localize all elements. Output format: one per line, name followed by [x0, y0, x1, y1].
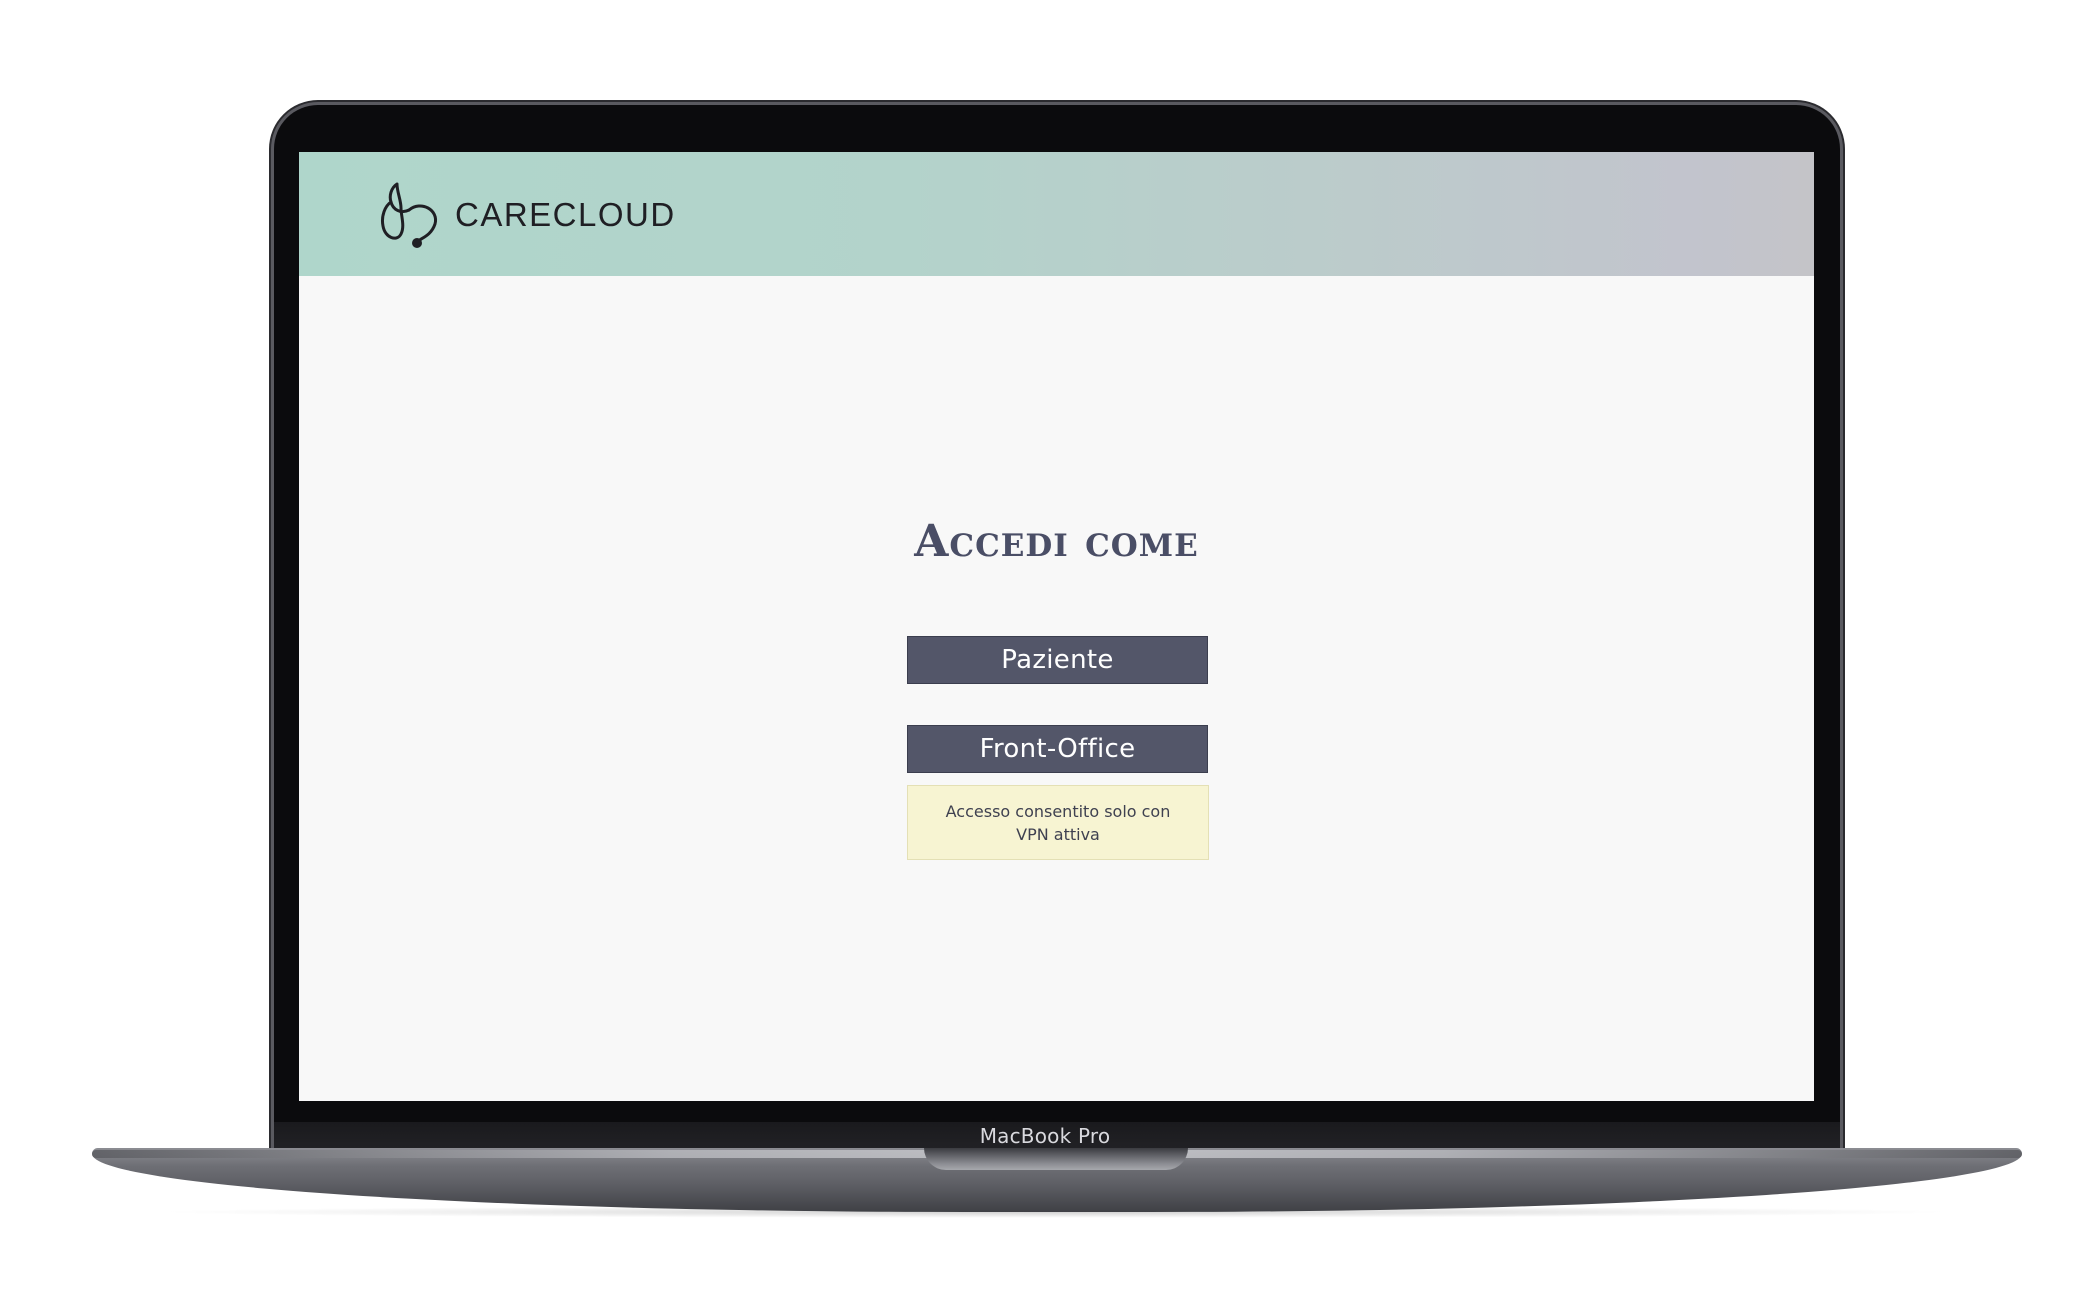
page-title: Accedi come	[914, 516, 1199, 567]
laptop-mockup: MacBook Pro CARECLOUD Accedi come Pazien…	[0, 0, 2090, 1304]
front-office-button[interactable]: Front-Office	[907, 725, 1208, 773]
device-label: MacBook Pro	[979, 1124, 1111, 1148]
app-header: CARECLOUD	[299, 152, 1814, 276]
paziente-button[interactable]: Paziente	[907, 636, 1208, 684]
login-panel: Accedi come Paziente Front-Office Access…	[299, 276, 1814, 1101]
app-screen: CARECLOUD Accedi come Paziente Front-Off…	[299, 152, 1814, 1101]
vpn-notice: Accesso consentito solo con VPN attiva	[907, 785, 1209, 860]
brand-logo[interactable]: CARECLOUD	[379, 180, 676, 250]
laptop-opening-notch	[924, 1148, 1188, 1170]
stethoscope-icon	[381, 182, 438, 248]
brand-name: CARECLOUD	[455, 196, 676, 233]
